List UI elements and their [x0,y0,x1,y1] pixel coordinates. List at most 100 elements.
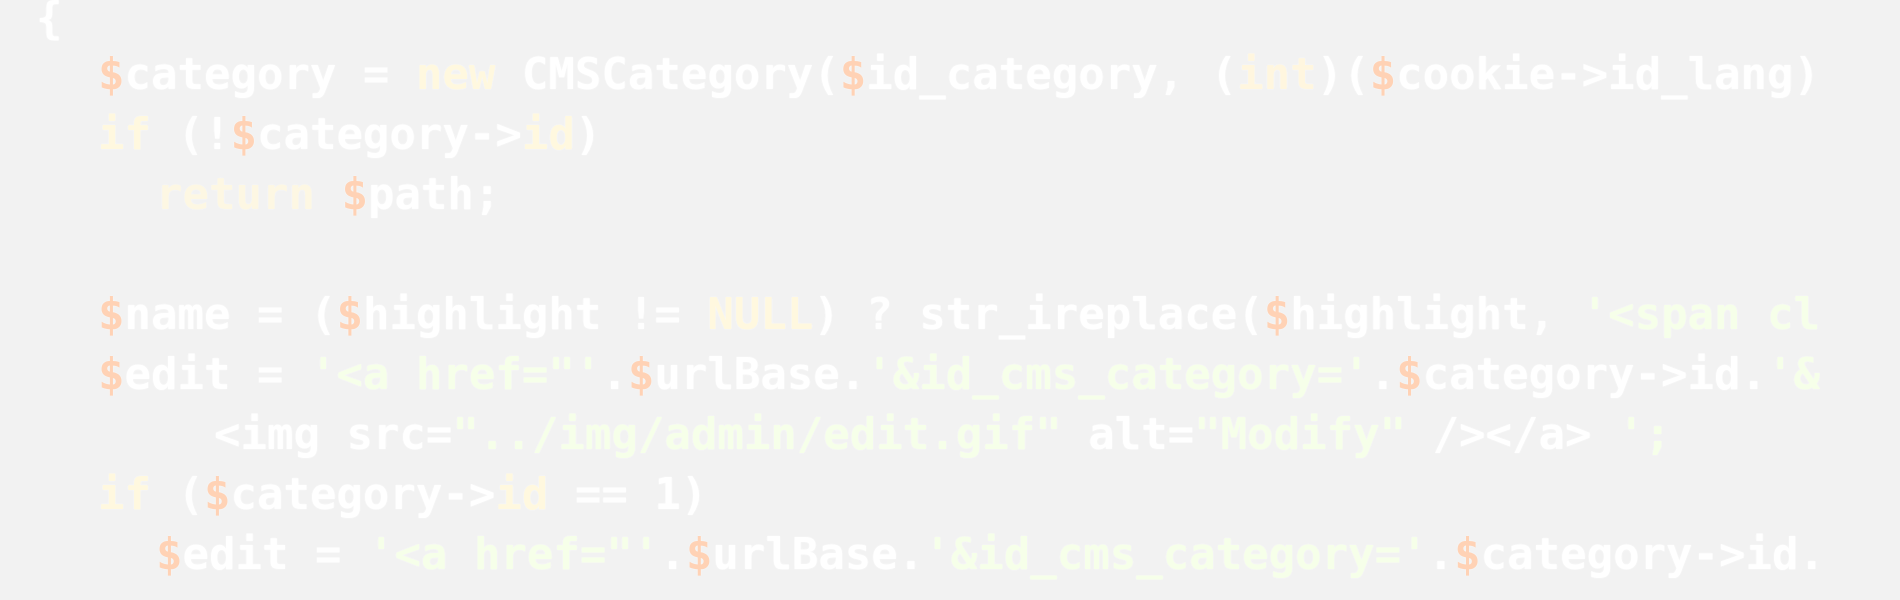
token-concat: . [1798,529,1826,580]
token-if-keyword: if [98,469,151,520]
token-arrow: -> [468,109,522,160]
token-arrow: -> [1692,529,1746,580]
token-variable-sigil: $ [1263,289,1291,340]
code-line-7: <img src= "../img/admin/edit.gif" alt= "Mo… [214,404,1671,466]
token-category-variable: category [1422,349,1635,400]
token-id-cms-category-string: '&id_cms_category=' [866,349,1370,400]
token-category-variable: category [1480,529,1693,580]
token-id-category: id_category [866,49,1158,100]
code-editor[interactable]: { $ category = new CMSCategory($ id_catego… [0,0,1900,600]
token-category-variable: category [256,109,469,160]
token-open-paren: ( [1210,49,1238,100]
token-variable-sigil: $ [685,529,713,580]
token-close-paren: ) [813,289,840,340]
token-concat: . [659,529,686,580]
token-open-paren: ( [309,289,337,340]
token-ampersand-string: '& [1767,349,1820,400]
token-arrow: -> [1555,49,1609,100]
token-id-lang: id_lang [1608,49,1794,100]
token-comma: , [1528,289,1582,340]
token-variable-sigil: $ [839,49,867,100]
token-anchor-close: /></a> [1406,409,1618,460]
token-name-variable: name [124,289,231,340]
token-not-equal: != [601,289,708,340]
token-number-one: 1 [654,469,681,520]
token-id-cms-category-string: '&id_cms_category=' [924,529,1428,580]
token-close-paren: ) [1793,49,1821,100]
token-int-cast: int [1237,49,1317,100]
token-string-end: '; [1618,409,1671,460]
token-concat: . [839,349,867,400]
token-variable-sigil: $ [156,529,183,580]
token-open-paren: ( [150,469,204,520]
token-assignment: = [336,49,416,100]
token-close-paren: ) [680,469,708,520]
token-cookie: cookie [1396,49,1556,100]
code-line-3: if (! $ category -> id) [98,104,601,166]
token-variable-sigil: $ [98,349,125,400]
token-assignment: = [288,529,368,580]
code-line-6: $ edit = '<a href="'. $ urlBase. '&id_cms_ca… [98,344,1820,406]
token-ternary: ? [839,289,920,340]
token-return-keyword: return [156,169,315,220]
code-line-5: $ name = ($ highlight != NULL) ? str_irepl… [98,284,1820,346]
token-variable-sigil: $ [627,349,655,400]
token-category-variable: category [230,469,443,520]
token-arrow: -> [1634,349,1688,400]
token-variable-sigil: $ [230,109,257,160]
code-line-9: $ edit = '<a href="'. $ urlBase. '&id_cms_ca… [156,524,1825,586]
token-variable-sigil: $ [1396,349,1423,400]
token-id-property: id [1745,529,1799,580]
token-variable-sigil: $ [336,289,363,340]
token-new-keyword: new [415,49,496,100]
token-highlight-variable: highlight [1290,289,1529,340]
token-category-variable: category [124,49,337,100]
token-variable-sigil: $ [1369,49,1397,100]
token-concat: . [1369,349,1397,400]
token-highlight-variable: highlight [362,289,602,340]
token-edit-gif-path: "../img/admin/edit.gif" [452,409,1062,460]
token-open-brace: { [36,0,63,44]
token-path-variable: path [367,169,474,220]
token-concat: . [1427,529,1455,580]
token-concat: . [601,349,628,400]
token-img-src: <img src= [214,409,453,460]
token-semicolon: ; [473,169,501,220]
token-null: NULL [707,289,814,340]
token-cms-category-class: CMSCategory [521,49,814,100]
token-alt-attribute: alt= [1061,409,1195,460]
token-url-base-variable: urlBase [712,529,898,580]
token-id-property: id [1687,349,1741,400]
code-viewport: { $ category = new CMSCategory($ id_catego… [0,0,1900,600]
token-equality: == [548,469,655,520]
token-variable-sigil: $ [203,469,231,520]
token-edit-variable: edit [182,529,289,580]
token-concat: . [897,529,925,580]
token-arrow: -> [442,469,496,520]
token-not-operator: ! [203,109,231,160]
token-variable-sigil: $ [341,169,368,220]
token-comma: , [1157,49,1211,100]
code-line-1: { [36,0,63,50]
token-if-keyword: if [98,109,151,160]
token-assignment: = [230,349,310,400]
token-id-property: id [521,109,575,160]
code-line-8: if ($ category -> id == 1) [98,464,707,526]
token-open-paren: ( [150,109,204,160]
token-id-property: id [495,469,549,520]
token-anchor-string: '<a href="' [309,349,602,400]
code-line-2: $ category = new CMSCategory($ id_category… [98,44,1820,106]
token-concat: . [1740,349,1768,400]
token-variable-sigil: $ [98,289,125,340]
token-variable-sigil: $ [98,49,125,100]
token-edit-variable: edit [124,349,231,400]
token-assignment: = [230,289,310,340]
token-open-paren: ( [1343,49,1370,100]
token-open-paren: ( [1237,289,1264,340]
token-anchor-string: '<a href="' [367,529,660,580]
token-close-paren: ) [574,109,602,160]
token-variable-sigil: $ [1454,529,1481,580]
token-close-paren: ) [1316,49,1344,100]
